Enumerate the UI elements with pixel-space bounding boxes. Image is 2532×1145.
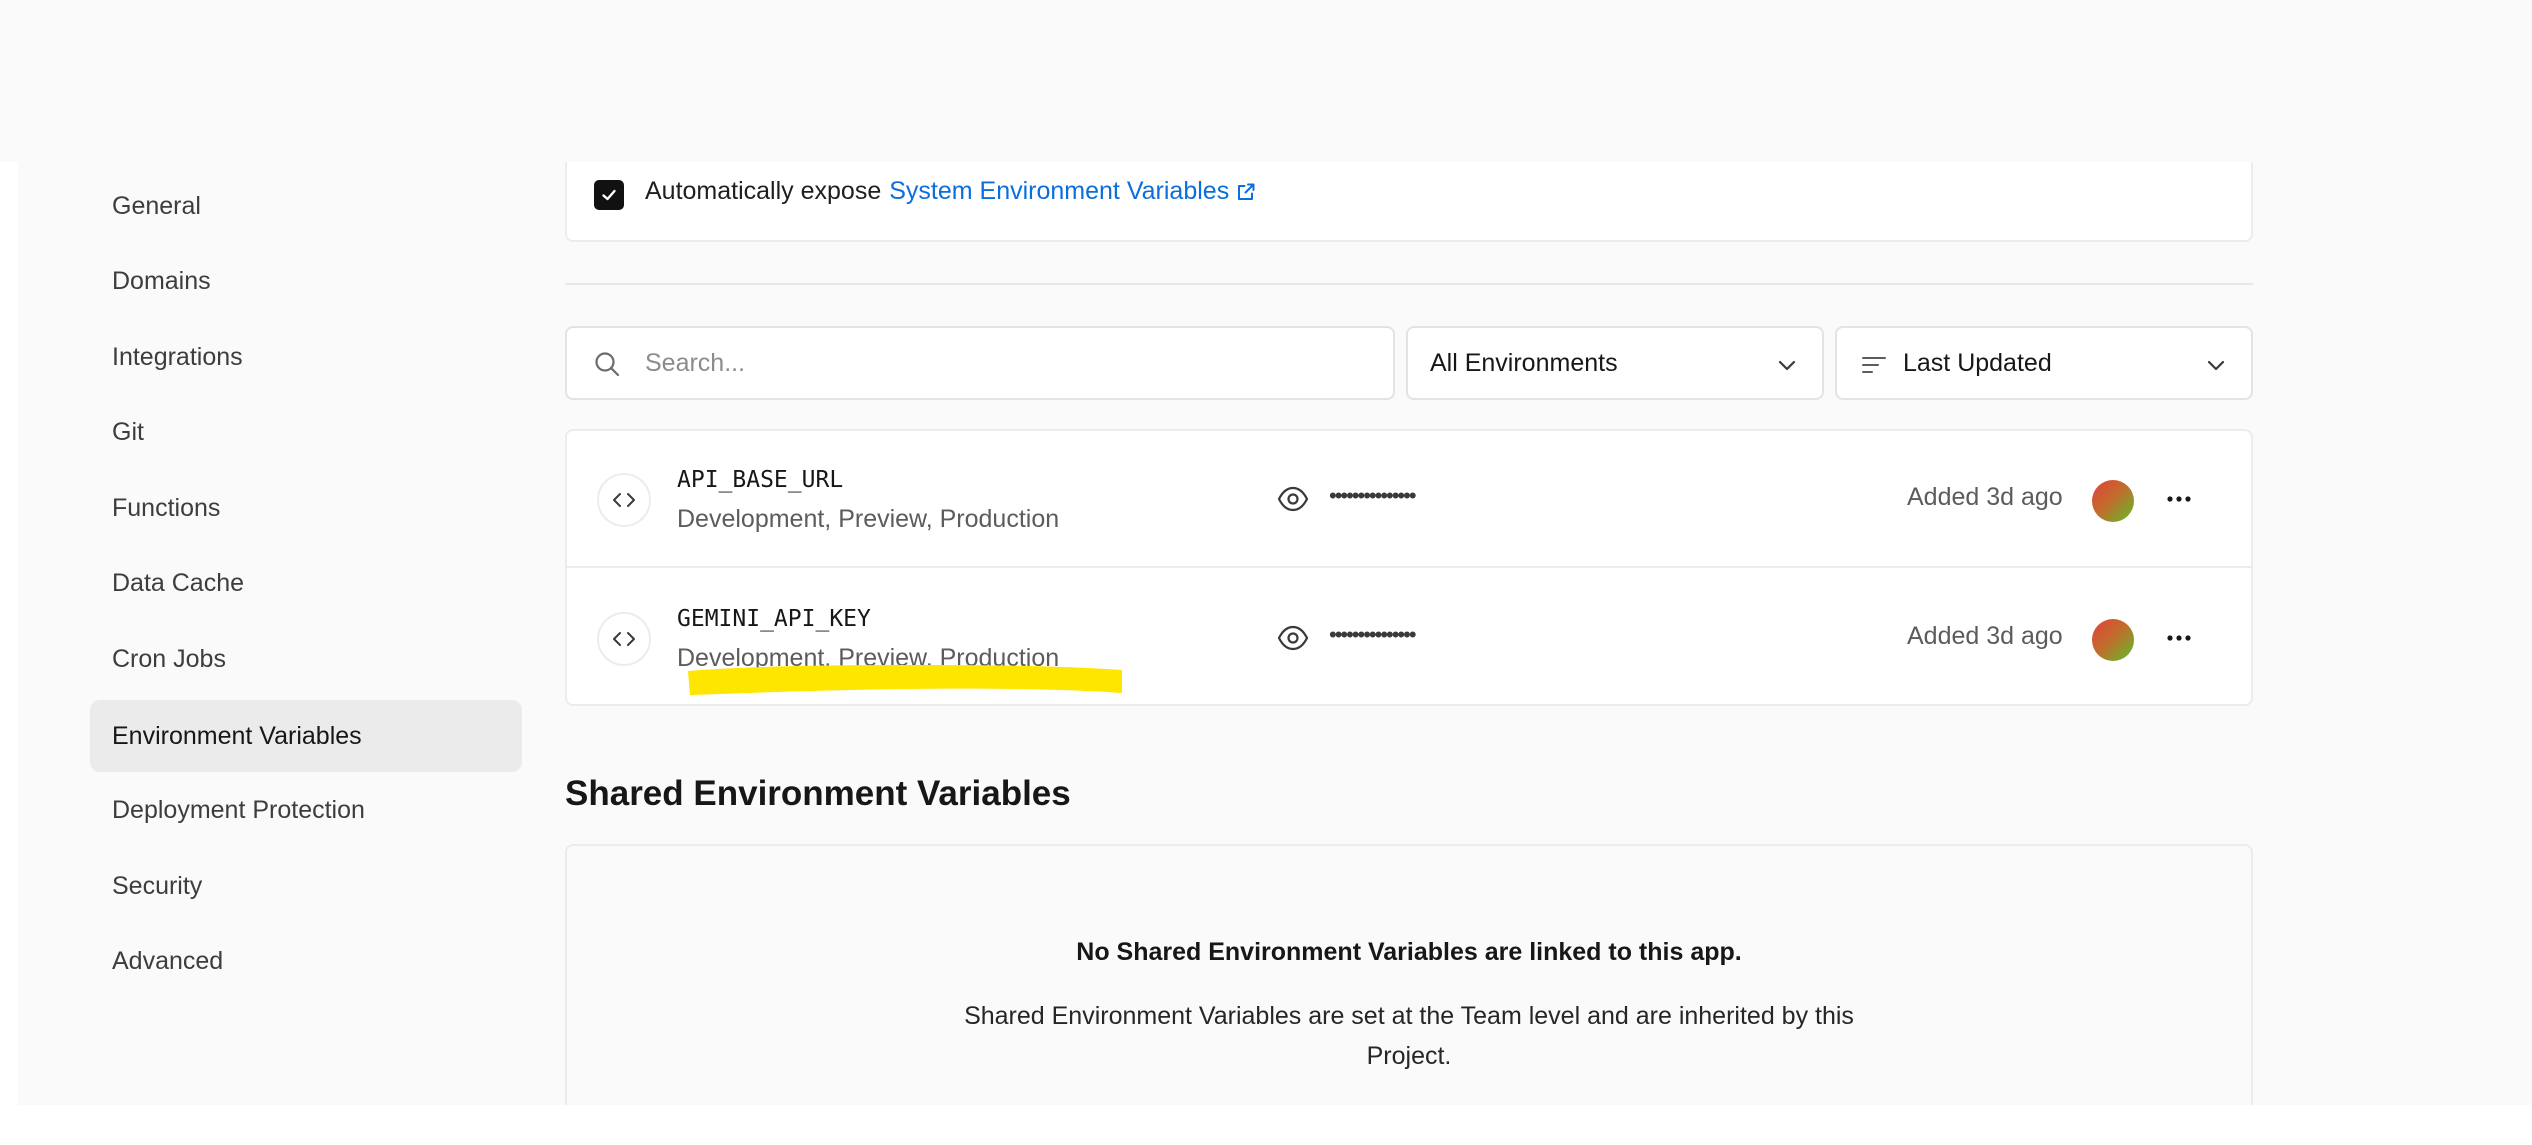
system-env-vars-link[interactable]: System Environment Variables <box>889 177 1257 206</box>
external-link-icon <box>1235 181 1257 203</box>
sort-lines-icon <box>1861 354 1887 383</box>
check-icon <box>602 189 616 201</box>
env-var-name: API_BASE_URL <box>677 467 844 493</box>
env-var-name: GEMINI_API_KEY <box>677 606 871 632</box>
shared-env-vars-heading: Shared Environment Variables <box>565 774 1071 813</box>
code-icon <box>597 612 651 666</box>
avatar <box>2092 480 2134 522</box>
environment-select[interactable]: All Environments <box>1406 326 1824 400</box>
highlight-mark <box>688 665 1122 695</box>
env-var-masked-value: ••••••••••••••• <box>1329 483 1417 508</box>
chevron-down-icon <box>2205 354 2227 383</box>
search-icon <box>593 350 621 383</box>
sort-select-value: Last Updated <box>1903 348 2052 377</box>
bottom-edge <box>0 1105 2532 1145</box>
search-box[interactable] <box>565 326 1395 400</box>
environment-select-value: All Environments <box>1430 348 1618 377</box>
expose-text: Automatically expose <box>645 177 882 205</box>
env-var-environments: Development, Preview, Production <box>677 505 1060 533</box>
empty-state-description: Shared Environment Variables are set at … <box>964 1002 1854 1070</box>
expose-label: Automatically expose System Environment … <box>645 177 1257 206</box>
page: General Domains Integrations Git Functio… <box>0 0 2532 1145</box>
shared-env-vars-empty-card: No Shared Environment Variables are link… <box>565 844 2253 1105</box>
eye-icon[interactable] <box>1277 485 1309 518</box>
env-var-row[interactable]: API_BASE_URL Development, Preview, Produ… <box>567 431 2251 568</box>
more-options-icon[interactable] <box>2165 483 2193 520</box>
env-var-added: Added 3d ago <box>1907 483 2063 511</box>
section-divider <box>565 283 2253 285</box>
search-input[interactable] <box>645 328 1375 398</box>
eye-icon[interactable] <box>1277 624 1309 657</box>
code-icon <box>597 473 651 527</box>
settings-frame: General Domains Integrations Git Functio… <box>18 162 2532 1105</box>
more-options-icon[interactable] <box>2165 622 2193 659</box>
env-var-added: Added 3d ago <box>1907 622 2063 650</box>
chevron-down-icon <box>1776 354 1798 383</box>
expose-checkbox[interactable] <box>594 180 624 210</box>
avatar <box>2092 619 2134 661</box>
env-vars-main: Automatically expose System Environment … <box>18 162 2532 1105</box>
system-env-vars-link-label: System Environment Variables <box>889 177 1230 205</box>
env-var-masked-value: ••••••••••••••• <box>1329 622 1417 647</box>
empty-state-title: No Shared Environment Variables are link… <box>1076 938 1742 966</box>
sort-select[interactable]: Last Updated <box>1835 326 2253 400</box>
left-edge <box>0 162 18 1105</box>
